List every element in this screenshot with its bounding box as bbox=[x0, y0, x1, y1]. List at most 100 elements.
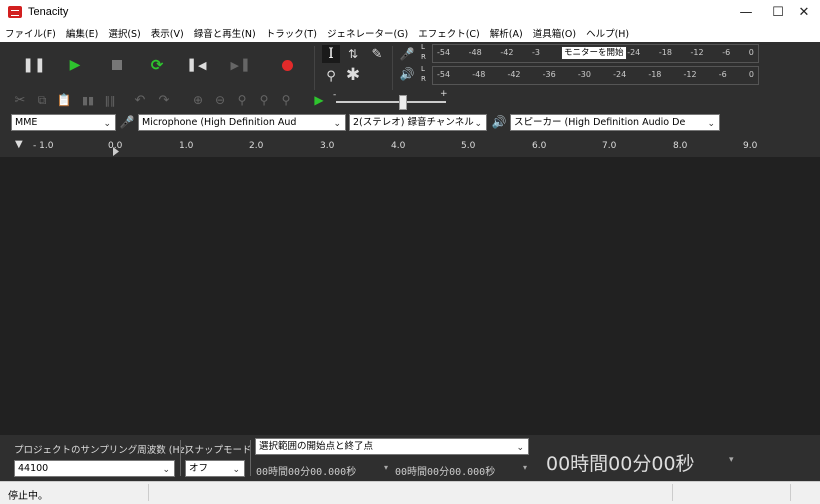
time-format-icon[interactable]: ▾ bbox=[729, 455, 734, 465]
meter-tick: -18 bbox=[648, 70, 662, 79]
snap-mode-label: スナップモード bbox=[185, 445, 252, 456]
meter-tick: -48 bbox=[468, 48, 482, 57]
ruler-tick-label: 5.0 bbox=[461, 141, 476, 151]
meter-tick: -42 bbox=[507, 70, 521, 79]
toolbar-area: ❚❚ ▶ ⟳ ▌◀ ▶▐ I ⇅ ✎ ⚲ ✱ 🎤 L R -54 -48 -42… bbox=[0, 42, 820, 135]
multi-tool-icon[interactable]: ✱ bbox=[344, 65, 362, 85]
draw-tool-icon[interactable]: ✎ bbox=[368, 45, 386, 63]
meter-tick: 0 bbox=[748, 48, 754, 57]
project-rate-select[interactable]: 44100 ⌄ bbox=[14, 460, 175, 477]
meter-tick: 0 bbox=[748, 70, 754, 79]
zoom-out-icon[interactable]: ⊖ bbox=[212, 92, 228, 108]
redo-icon[interactable]: ↷ bbox=[156, 92, 172, 108]
fit-selection-icon[interactable]: ⚲ bbox=[234, 92, 250, 108]
meter-tick: -24 bbox=[613, 70, 627, 79]
selection-end-time[interactable]: 00時間00分00.000秒 bbox=[395, 463, 495, 478]
pause-icon[interactable]: ❚❚ bbox=[22, 56, 45, 74]
ruler-tick-label: 2.0 bbox=[249, 141, 264, 151]
play-at-speed-icon[interactable]: ▶ bbox=[311, 92, 327, 108]
selection-tool-icon[interactable]: I bbox=[322, 45, 340, 63]
meter-l-label: L bbox=[421, 43, 425, 51]
zoom-tool-icon[interactable]: ⚲ bbox=[322, 67, 340, 85]
meter-tick: -54 bbox=[437, 70, 451, 79]
playback-meter[interactable]: -54 -48 -42 -36 -30 -24 -18 -12 -6 0 bbox=[432, 66, 759, 85]
timeline-options-icon[interactable]: ▼ bbox=[15, 139, 23, 150]
menu-tools[interactable]: 道具箱(O) bbox=[528, 26, 581, 40]
input-mic-icon: 🎤 bbox=[119, 115, 135, 129]
meter-tick: -3 bbox=[532, 48, 540, 57]
meter-tick: -12 bbox=[683, 70, 697, 79]
skip-end-icon[interactable]: ▶▐ bbox=[230, 56, 248, 74]
stop-icon[interactable] bbox=[108, 56, 126, 74]
record-icon[interactable] bbox=[278, 56, 296, 74]
ruler-tick-label: 9.0 bbox=[743, 141, 758, 151]
menu-analyze[interactable]: 解析(A) bbox=[485, 26, 528, 40]
output-device-select[interactable]: スピーカー (High Definition Audio De ⌄ bbox=[510, 114, 720, 131]
timeline-ruler[interactable]: ▼ - 1.0 0.0 1.0 2.0 3.0 4.0 5.0 6.0 7.0 … bbox=[0, 135, 820, 158]
snap-mode-select[interactable]: オフ ⌄ bbox=[185, 460, 245, 477]
menu-tracks[interactable]: トラック(T) bbox=[261, 26, 322, 40]
monitor-tooltip: モニターを開始 bbox=[561, 46, 627, 60]
meter-tick: -30 bbox=[577, 70, 591, 79]
ruler-tick-label: 4.0 bbox=[391, 141, 406, 151]
trim-icon[interactable]: ▮▮ bbox=[78, 92, 98, 108]
menu-help[interactable]: ヘルプ(H) bbox=[581, 26, 634, 40]
loop-icon[interactable]: ⟳ bbox=[148, 56, 166, 74]
window-title: Tenacity bbox=[28, 6, 69, 18]
ruler-tick-label: 3.0 bbox=[320, 141, 335, 151]
zoom-in-icon[interactable]: ⊕ bbox=[190, 92, 206, 108]
audio-host-select[interactable]: MME ⌄ bbox=[11, 114, 116, 131]
close-button[interactable]: ✕ bbox=[788, 0, 820, 24]
minimize-button[interactable]: — bbox=[730, 0, 762, 24]
project-rate-label: プロジェクトのサンプリング周波数 (Hz) bbox=[14, 445, 189, 456]
ruler-tick-label: - 1.0 bbox=[33, 141, 54, 151]
skip-start-icon[interactable]: ▌◀ bbox=[189, 56, 207, 74]
ruler-tick-label: 1.0 bbox=[179, 141, 194, 151]
meter-tick: -6 bbox=[722, 48, 731, 57]
fit-project-icon[interactable]: ⚲ bbox=[256, 92, 272, 108]
ruler-tick-label: 6.0 bbox=[532, 141, 547, 151]
zoom-toggle-icon[interactable]: ⚲ bbox=[278, 92, 294, 108]
play-speed-thumb[interactable] bbox=[399, 95, 407, 110]
envelope-tool-icon[interactable]: ⇅ bbox=[344, 45, 362, 63]
meter-tick: -48 bbox=[472, 70, 486, 79]
selection-mode-select[interactable]: 選択範囲の開始点と終了点 ⌄ bbox=[255, 438, 529, 455]
selection-toolbar: プロジェクトのサンプリング周波数 (Hz) 44100 ⌄ スナップモード オフ ⌄… bbox=[0, 435, 820, 481]
play-speed-slider[interactable] bbox=[336, 101, 446, 103]
slider-minus-label: - bbox=[333, 90, 337, 100]
audio-position-time[interactable]: 00時間00分00秒 bbox=[546, 449, 695, 476]
cut-icon[interactable]: ✂ bbox=[12, 92, 28, 108]
slider-plus-label: + bbox=[440, 89, 448, 99]
meter-tick: -54 bbox=[437, 48, 451, 57]
menu-effect[interactable]: エフェクト(C) bbox=[413, 26, 485, 40]
playback-meter-speaker-icon[interactable]: 🔊 bbox=[400, 66, 415, 82]
selection-start-time[interactable]: 00時間00分00.000秒 bbox=[256, 463, 356, 478]
menu-select[interactable]: 選択(S) bbox=[103, 26, 145, 40]
menu-file[interactable]: ファイル(F) bbox=[0, 26, 61, 40]
app-icon bbox=[8, 6, 22, 18]
undo-icon[interactable]: ↶ bbox=[132, 92, 148, 108]
menu-view[interactable]: 表示(V) bbox=[146, 26, 189, 40]
input-channels-select[interactable]: 2(ステレオ) 録音チャンネル ⌄ bbox=[349, 114, 487, 131]
status-text: 停止中。 bbox=[8, 491, 48, 502]
meter-tick: -6 bbox=[718, 70, 727, 79]
end-time-format-icon[interactable]: ▾ bbox=[523, 463, 527, 472]
menu-transport[interactable]: 録音と再生(N) bbox=[189, 26, 261, 40]
input-device-select[interactable]: Microphone (High Definition Aud ⌄ bbox=[138, 114, 346, 131]
menu-generate[interactable]: ジェネレーター(G) bbox=[322, 26, 413, 40]
record-meter-mic-icon[interactable]: 🎤 bbox=[400, 46, 415, 62]
copy-icon[interactable]: ⧉ bbox=[34, 92, 50, 108]
meter-l-label: L bbox=[421, 65, 425, 73]
meter-r-label: R bbox=[421, 75, 426, 83]
start-time-format-icon[interactable]: ▾ bbox=[384, 463, 388, 472]
output-speaker-icon: 🔊 bbox=[491, 115, 507, 129]
meter-tick: -24 bbox=[627, 48, 641, 57]
play-icon[interactable]: ▶ bbox=[66, 56, 84, 74]
ruler-tick-label: 7.0 bbox=[602, 141, 617, 151]
silence-icon[interactable]: ‖‖ bbox=[100, 92, 120, 108]
track-panel[interactable] bbox=[0, 157, 820, 435]
paste-icon[interactable]: 📋 bbox=[56, 92, 72, 108]
meter-tick: -12 bbox=[690, 48, 704, 57]
menu-edit[interactable]: 編集(E) bbox=[61, 26, 103, 40]
menu-bar: ファイル(F) 編集(E) 選択(S) 表示(V) 録音と再生(N) トラック(… bbox=[0, 24, 820, 42]
